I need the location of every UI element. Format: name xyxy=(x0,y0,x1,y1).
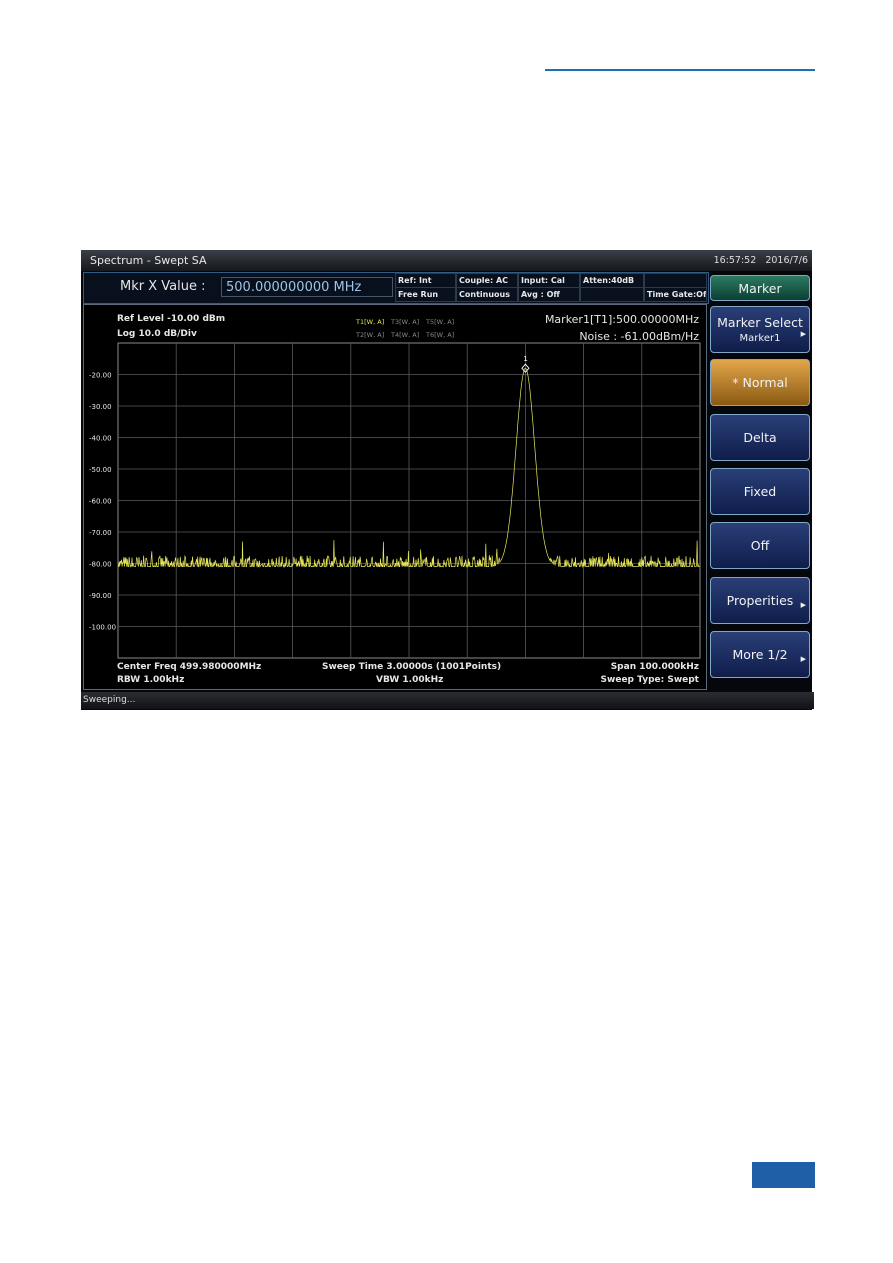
y-tick-label: -40.00 xyxy=(89,435,112,443)
submenu-arrow-icon: ▶ xyxy=(800,654,806,663)
y-tick-label: -80.00 xyxy=(89,561,112,569)
softkey-label: Marker Select xyxy=(717,315,803,330)
softkey-fixed[interactable]: Fixed xyxy=(710,468,810,515)
window-title: Spectrum - Swept SA xyxy=(90,254,207,267)
submenu-arrow-icon: ▶ xyxy=(800,329,806,338)
softkey-normal[interactable]: * Normal xyxy=(710,359,810,406)
manual-page: Spectrum - Swept SA 16:57:52 2016/7/6 Mk… xyxy=(0,0,893,1263)
span: Span 100.000kHz xyxy=(610,662,699,672)
status-bar: Sweeping... xyxy=(81,692,814,709)
sweep-time: Sweep Time 3.00000s (1001Points) xyxy=(322,662,502,672)
status-cell: Avg : Off xyxy=(518,287,580,302)
softkey-marker-select[interactable]: Marker Select Marker1 ▶ xyxy=(710,306,810,353)
mkr-x-label: Mkr X Value : xyxy=(120,279,206,294)
status-cell: Free Run xyxy=(395,287,456,302)
softkey-label: * Normal xyxy=(732,375,788,390)
spectrum-chart: -20.00 -30.00 -40.00 -50.00 -60.00 -70.00 -80.… xyxy=(89,342,701,659)
title-bar: Spectrum - Swept SA 16:57:52 2016/7/6 xyxy=(81,250,812,271)
status-cell: Couple: AC xyxy=(456,273,518,288)
softkey-delta[interactable]: Delta xyxy=(710,414,810,461)
page-number-box xyxy=(752,1162,815,1188)
status-cell: Continuous xyxy=(456,287,518,302)
y-tick-label: -70.00 xyxy=(89,529,112,537)
sweep-type: Sweep Type: Swept xyxy=(600,675,699,685)
softkey-more-1-2[interactable]: More 1/2 ▶ xyxy=(710,631,810,678)
softkey-off[interactable]: Off xyxy=(710,522,810,569)
status-cell: Ref: Int xyxy=(395,273,456,288)
submenu-arrow-icon: ▶ xyxy=(800,600,806,609)
softkey-sublabel: Marker1 xyxy=(739,333,781,344)
status-cell: Atten:40dB xyxy=(580,273,644,288)
softkey-label: More 1/2 xyxy=(732,647,788,662)
date: 2016/7/6 xyxy=(765,255,808,266)
spectrum-analyzer-screen: Spectrum - Swept SA 16:57:52 2016/7/6 Mk… xyxy=(81,250,814,710)
y-tick-label: -50.00 xyxy=(89,466,112,474)
softkey-label: Delta xyxy=(743,430,777,445)
vbw: VBW 1.00kHz xyxy=(376,675,444,685)
softkey-header-marker: Marker xyxy=(710,275,810,301)
mkr-x-value-input[interactable]: 500.000000000 MHz xyxy=(221,277,393,297)
y-tick-label: -30.00 xyxy=(89,403,112,411)
center-freq: Center Freq 499.980000MHz xyxy=(117,662,262,672)
plot-panel: Ref Level -10.00 dBm Log 10.0 dB/Div T1[… xyxy=(83,304,707,690)
softkey-label: Properities xyxy=(726,593,794,608)
rbw: RBW 1.00kHz xyxy=(117,675,185,685)
y-tick-label: -90.00 xyxy=(89,592,112,600)
status-cell: Input: Cal xyxy=(518,273,580,288)
softkey-label: Fixed xyxy=(743,484,777,499)
status-cell xyxy=(644,273,707,288)
time: 16:57:52 xyxy=(713,255,757,266)
info-row: Mkr X Value : 500.000000000 MHz Ref: Int… xyxy=(83,272,709,304)
status-cell: Time Gate:Off xyxy=(644,287,707,302)
softkey-properities[interactable]: Properities ▶ xyxy=(710,577,810,624)
status-cell xyxy=(580,287,644,302)
clock: 16:57:52 2016/7/6 xyxy=(714,255,808,266)
marker-label: 1 xyxy=(523,355,527,363)
softkey-label: Off xyxy=(750,538,770,553)
y-tick-label: -60.00 xyxy=(89,498,112,506)
y-tick-label: -100.00 xyxy=(89,624,116,632)
y-tick-label: -20.00 xyxy=(89,372,112,380)
header-rule xyxy=(545,69,815,71)
